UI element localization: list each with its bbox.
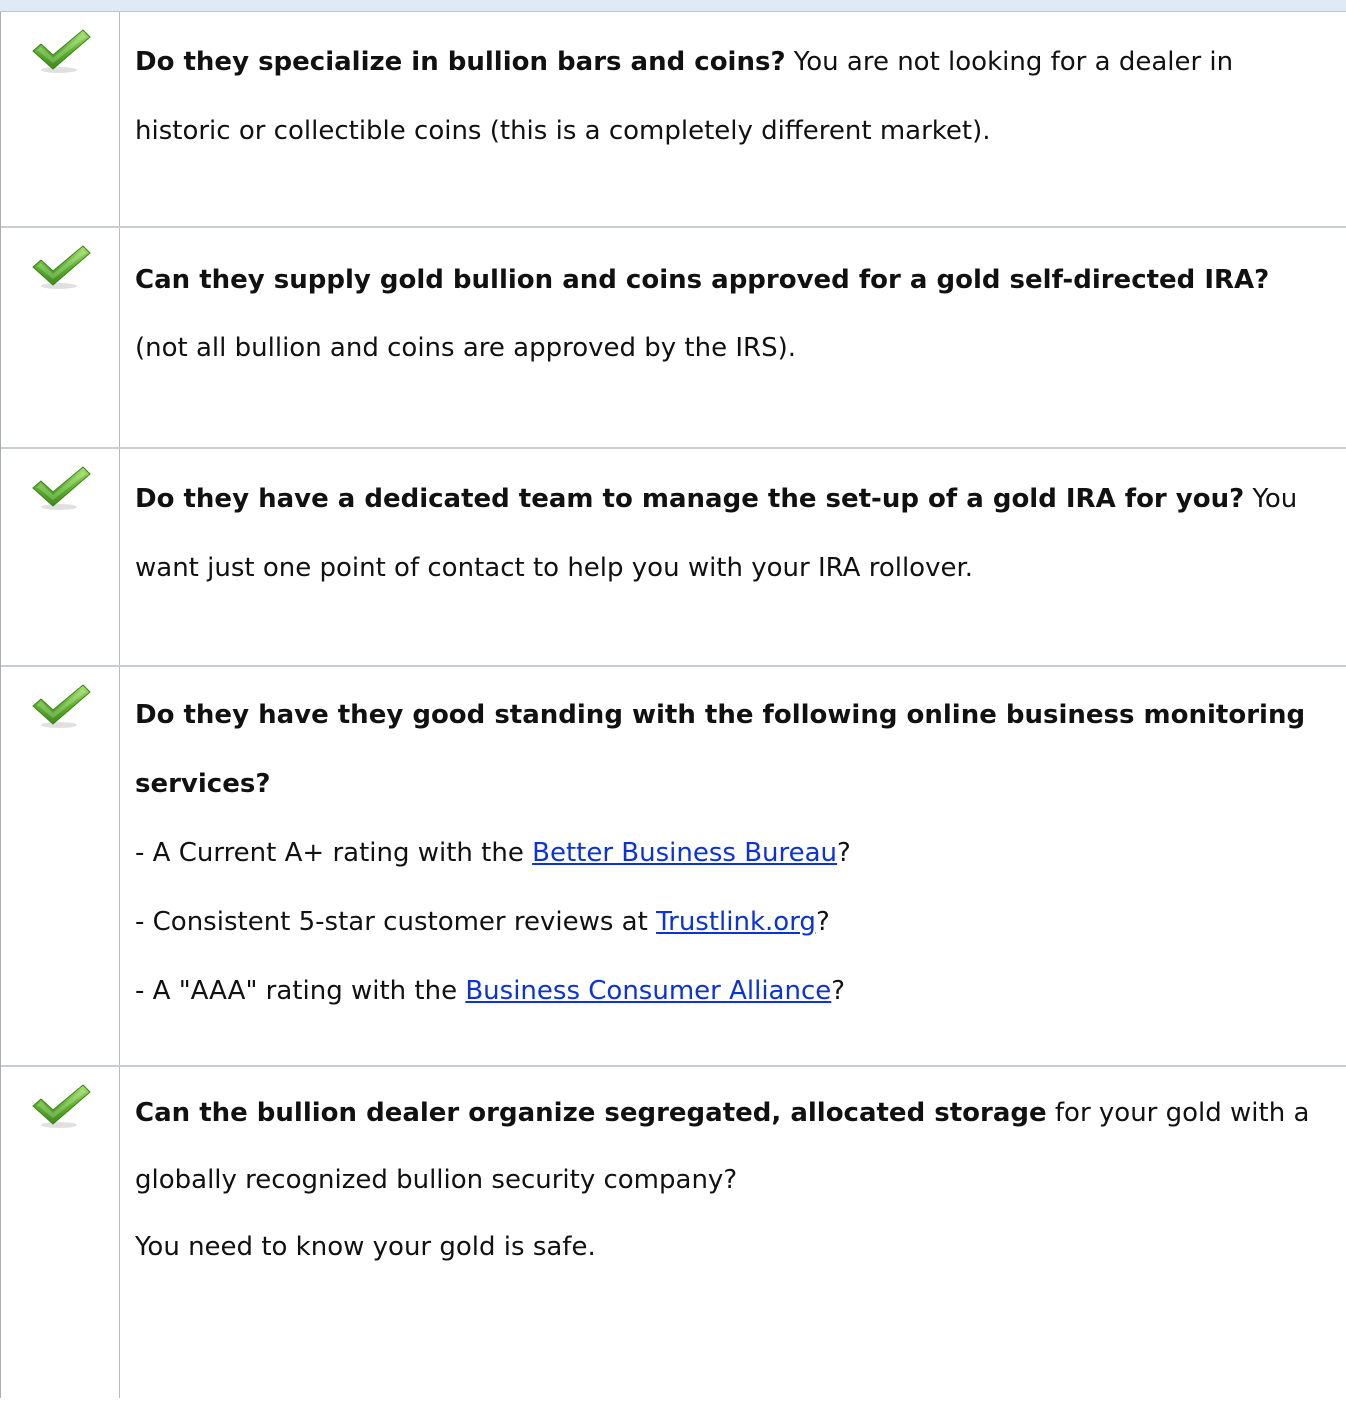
row-text: Do they have a dedicated team to manage … — [120, 449, 1346, 665]
business-consumer-alliance-link[interactable]: Business Consumer Alliance — [465, 976, 831, 1006]
better-business-bureau-link[interactable]: Better Business Bureau — [532, 838, 837, 868]
checkmark-icon — [32, 684, 91, 728]
row-text: Can they supply gold bullion and coins a… — [120, 228, 1346, 447]
rating-item: - A Current A+ rating with the Better Bu… — [135, 838, 851, 868]
row-text: Do they have they good standing with the… — [120, 667, 1346, 1065]
checklist-row: Do they have a dedicated team to manage … — [1, 449, 1346, 667]
checkmark-icon — [32, 245, 91, 289]
rating-item: - A "AAA" rating with the Business Consu… — [135, 976, 846, 1006]
icon-cell — [1, 228, 120, 447]
checkmark-icon — [32, 29, 91, 73]
checklist-row: Do they have they good standing with the… — [1, 667, 1346, 1067]
top-band — [0, 0, 1346, 12]
row-question: Can they supply gold bullion and coins a… — [135, 265, 1270, 295]
row-note: You need to know your gold is safe. — [135, 1232, 596, 1262]
row-question: Do they specialize in bullion bars and c… — [135, 47, 786, 77]
icon-cell — [1, 12, 120, 226]
checkmark-icon — [32, 1084, 91, 1128]
rating-item: - Consistent 5-star customer reviews at … — [135, 907, 830, 937]
checklist-row: Do they specialize in bullion bars and c… — [1, 12, 1346, 228]
row-question: Can the bullion dealer organize segregat… — [135, 1098, 1047, 1128]
checkmark-icon — [32, 466, 91, 510]
row-text: Can the bullion dealer organize segregat… — [120, 1067, 1346, 1398]
checklist-table: Do they specialize in bullion bars and c… — [0, 12, 1346, 1398]
trustlink-link[interactable]: Trustlink.org — [656, 907, 816, 937]
row-description: (not all bullion and coins are approved … — [135, 333, 796, 363]
row-text: Do they specialize in bullion bars and c… — [120, 12, 1346, 226]
row-question: Do they have they good standing with the… — [135, 700, 1306, 799]
checklist-row: Can the bullion dealer organize segregat… — [1, 1067, 1346, 1398]
row-question: Do they have a dedicated team to manage … — [135, 484, 1245, 514]
icon-cell — [1, 667, 120, 1065]
icon-cell — [1, 449, 120, 665]
checklist-row: Can they supply gold bullion and coins a… — [1, 228, 1346, 449]
icon-cell — [1, 1067, 120, 1398]
